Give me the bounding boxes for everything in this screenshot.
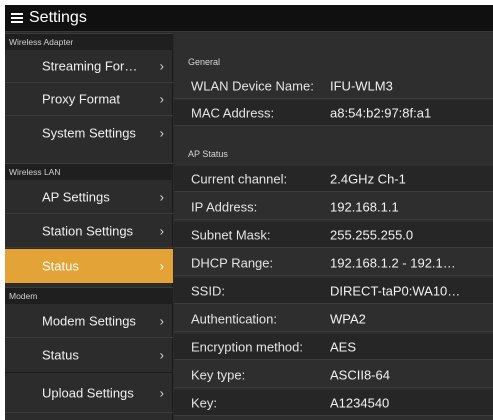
chevron-right-icon: › [159, 91, 164, 107]
sidebar-item-label: Upload Settings [42, 385, 134, 400]
chevron-right-icon: › [159, 125, 164, 140]
window-title: Settings [29, 9, 87, 26]
sidebar-item-wlan-status[interactable]: Status › [5, 249, 173, 283]
info-value: a8:54:b2:97:8f:a1 [330, 105, 432, 120]
info-key: Encryption method: [191, 339, 304, 354]
info-row-ip-address: IP Address: 192.168.1.1 [174, 194, 493, 220]
info-key: DHCP Range: [191, 255, 274, 270]
info-row-key: Key: A1234540 [174, 390, 493, 416]
info-value: DIRECT-taP0:WA10… [330, 283, 461, 298]
hamburger-menu-icon[interactable] [11, 12, 23, 24]
chevron-right-icon: › [159, 258, 164, 274]
info-key: SSID: [191, 283, 225, 298]
info-value: IFU-WLM3 [330, 78, 393, 93]
sidebar-item-modem-status[interactable]: Status › [5, 338, 173, 372]
sidebar-item-modem-settings[interactable]: Modem Settings › [5, 304, 173, 338]
chevron-right-icon: › [159, 223, 164, 238]
chevron-right-icon: › [159, 58, 164, 74]
info-key: Current channel: [191, 171, 288, 186]
sidebar-item-label: Streaming For… [42, 58, 138, 74]
chevron-right-icon: › [159, 347, 164, 363]
chevron-right-icon: › [159, 189, 164, 204]
info-value: A1234540 [330, 395, 390, 410]
info-value: 192.168.1.2 - 192.1… [330, 255, 456, 270]
info-row-current-channel: Current channel: 2.4GHz Ch-1 [174, 166, 493, 192]
info-row-authentication: Authentication: WPA2 [174, 306, 493, 332]
info-row-dhcp-range: DHCP Range: 192.168.1.2 - 192.1… [174, 250, 493, 276]
info-row-key-type: Key type: ASCII8-64 [174, 362, 493, 388]
info-key: Authentication: [191, 311, 278, 326]
section-header-ap-status: AP Status [188, 149, 228, 159]
info-value: AES [330, 339, 357, 354]
info-row-wlan-device-name: WLAN Device Name: IFU-WLM3 [174, 73, 493, 99]
sidebar-item-label: Proxy Format [42, 91, 121, 107]
info-row-encryption-method: Encryption method: AES [174, 334, 493, 360]
info-value: 2.4GHz Ch-1 [330, 171, 406, 186]
sidebar-item-label: System Settings [42, 125, 136, 140]
sidebar-item-streaming-format[interactable]: Streaming For… › [5, 50, 173, 83]
sidebar-item-label: Status [42, 258, 79, 274]
info-key: Key type: [191, 367, 246, 382]
info-key: MAC Address: [191, 105, 275, 120]
info-value: 255.255.255.0 [330, 227, 414, 242]
info-value: 192.168.1.1 [330, 199, 399, 214]
info-key: Subnet Mask: [191, 227, 271, 242]
info-row-ssid: SSID: DIRECT-taP0:WA10… [174, 278, 493, 304]
info-value: WPA2 [330, 311, 366, 326]
chevron-right-icon: › [159, 385, 164, 400]
sidebar-item-system-settings[interactable]: System Settings › [5, 116, 173, 149]
sidebar-item-label: Modem Settings [42, 313, 136, 328]
sidebar-item-label: Status [42, 347, 79, 363]
settings-window: Settings Wireless Adapter Streaming For…… [5, 5, 493, 420]
info-key: Key: [191, 395, 218, 410]
info-row-subnet-mask: Subnet Mask: 255.255.255.0 [174, 222, 493, 248]
sidebar-item-label: Station Settings [42, 223, 134, 238]
sidebar-section-wireless-adapter: Wireless Adapter [5, 33, 173, 50]
sidebar: Wireless Adapter Streaming For… › Proxy … [5, 33, 173, 420]
status-panel: General WLAN Device Name: IFU-WLM3 MAC A… [174, 33, 493, 420]
info-key: WLAN Device Name: [191, 78, 314, 93]
info-row-mac-address: MAC Address: a8:54:b2:97:8f:a1 [174, 100, 493, 126]
sidebar-item-label: AP Settings [42, 189, 110, 204]
section-header-general: General [188, 57, 221, 67]
sidebar-item-proxy-format[interactable]: Proxy Format › [5, 83, 173, 116]
title-bar: Settings [5, 5, 493, 32]
chevron-right-icon: › [159, 313, 164, 328]
sidebar-item-upload-settings[interactable]: Upload Settings › [5, 373, 173, 413]
sidebar-section-modem: Modem [5, 287, 173, 304]
sidebar-section-wireless-lan: Wireless LAN [5, 163, 173, 180]
sidebar-item-station-settings[interactable]: Station Settings › [5, 214, 173, 248]
info-value: ASCII8-64 [330, 367, 390, 382]
sidebar-item-ap-settings[interactable]: AP Settings › [5, 180, 173, 214]
info-key: IP Address: [191, 199, 258, 214]
